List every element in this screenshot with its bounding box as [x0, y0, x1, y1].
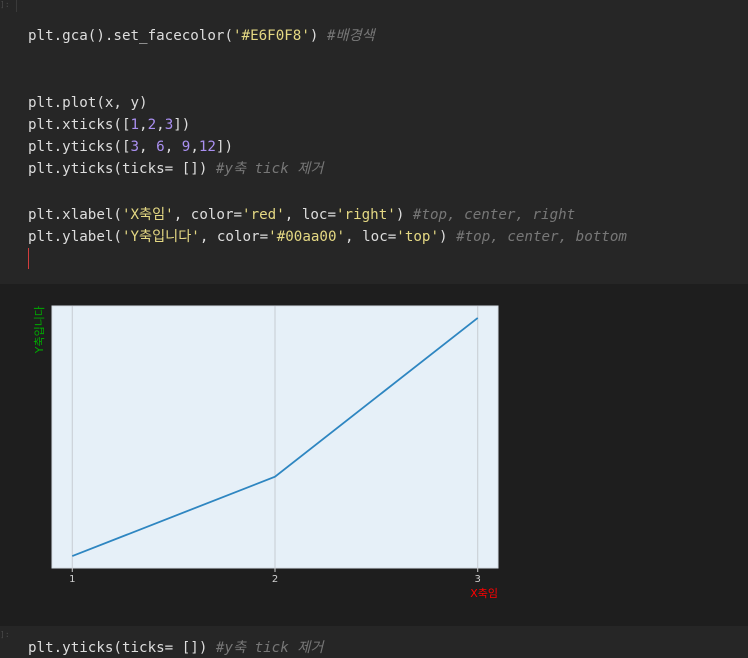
code-token: #top, center, right — [412, 207, 576, 223]
code-token: #배경색 — [326, 28, 375, 44]
code-line[interactable]: plt.ylabel('Y축입니다', color='#00aa00', loc… — [28, 227, 627, 247]
code-token: , — [139, 139, 157, 155]
code-token: , color= — [199, 229, 269, 245]
code-token: #y축 tick 제거 — [215, 161, 324, 177]
code-token: plt.yticks(ticks= []) — [28, 640, 216, 656]
code-token: plt.yticks([ — [28, 139, 131, 155]
code-line[interactable]: plt.yticks(ticks= []) #y축 tick 제거 — [28, 159, 323, 179]
code-token: ) — [395, 207, 413, 223]
code-line[interactable]: plt.gca().set_facecolor('#E6F0F8') #배경색 — [28, 26, 375, 46]
code-line[interactable]: plt.xticks([1,2,3]) — [28, 115, 190, 135]
code-token: , — [156, 117, 165, 133]
code-token: plt.gca().set_facecolor( — [28, 28, 233, 44]
next-code-cell[interactable]: ]: plt.yticks(ticks= []) #y축 tick 제거 — [0, 626, 748, 656]
x-tick-label: 1 — [69, 574, 75, 585]
next-cell-prompt: ]: — [0, 630, 10, 639]
code-token: 'X축임' — [121, 207, 174, 223]
code-token: 1 — [130, 117, 140, 133]
code-token: ]) — [173, 117, 191, 133]
code-token: 6 — [156, 139, 165, 155]
code-token: 'top' — [396, 229, 439, 245]
cell-gutter — [16, 0, 17, 12]
code-line[interactable]: plt.plot(x, y) — [28, 93, 148, 113]
code-token: plt.xticks([ — [28, 117, 131, 133]
code-token: , loc= — [345, 229, 397, 245]
code-token: ]) — [215, 139, 234, 155]
cell-prompt: ]: — [0, 0, 10, 9]
code-token: ) — [439, 229, 457, 245]
code-token: 'red' — [242, 207, 285, 223]
code-token: ) — [309, 28, 327, 44]
code-token: plt.yticks(ticks= []) — [28, 161, 216, 177]
code-token: #y축 tick 제거 — [215, 640, 324, 656]
code-token: 'Y축입니다' — [121, 229, 200, 245]
code-token: 3 — [164, 117, 174, 133]
code-cell[interactable]: ]: plt.gca().set_facecolor('#E6F0F8') #배… — [0, 0, 748, 284]
code-token: plt.ylabel( — [28, 229, 122, 245]
text-cursor — [28, 248, 29, 269]
x-tick-label: 3 — [475, 574, 481, 585]
code-token: '#00aa00' — [268, 229, 346, 245]
code-line[interactable]: plt.yticks([3, 6, 9,12]) — [28, 137, 233, 157]
code-token: 12 — [198, 139, 216, 155]
code-token: '#E6F0F8' — [233, 28, 310, 44]
output-cell: 1 2 3 X축임 Y축입니다 — [0, 284, 748, 626]
code-token: plt.plot(x, y) — [28, 95, 148, 111]
code-token: , color= — [173, 207, 243, 223]
next-code-line[interactable]: plt.yticks(ticks= []) #y축 tick 제거 — [28, 638, 323, 658]
code-token: plt.xlabel( — [28, 207, 122, 223]
x-axis-label: X축임 — [470, 587, 498, 600]
code-token: #top, center, bottom — [456, 229, 627, 245]
code-token: 3 — [130, 139, 140, 155]
code-line[interactable]: plt.xlabel('X축임', color='red', loc='righ… — [28, 205, 575, 225]
x-tick-label: 2 — [272, 574, 278, 585]
y-axis-label: Y축입니다 — [33, 306, 46, 354]
code-token: , — [190, 139, 199, 155]
code-token: 2 — [147, 117, 157, 133]
code-token: , loc= — [284, 207, 337, 223]
line-chart: 1 2 3 X축임 Y축입니다 — [33, 305, 499, 600]
code-token: , — [139, 117, 148, 133]
code-token: , — [164, 139, 182, 155]
code-token: 'right' — [336, 207, 396, 223]
